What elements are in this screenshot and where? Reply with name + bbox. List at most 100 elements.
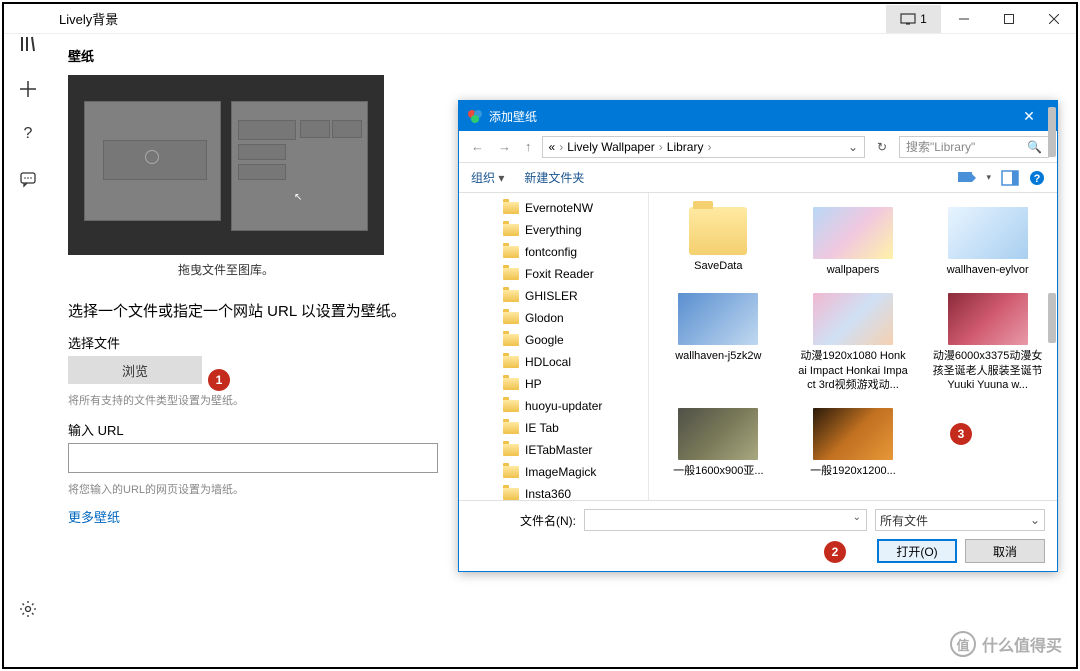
feedback-icon[interactable]	[18, 169, 38, 189]
app-titlebar: Lively背景 1	[4, 4, 1076, 34]
folder-icon	[503, 202, 519, 214]
tree-item[interactable]: Foxit Reader	[459, 263, 648, 285]
tree-item[interactable]: huoyu-updater	[459, 395, 648, 417]
tree-item[interactable]: IETabMaster	[459, 439, 648, 461]
annotation-3: 3	[950, 423, 972, 445]
view-mode-icon[interactable]	[958, 170, 976, 186]
file-name: SaveData	[694, 259, 742, 273]
file-name: wallhaven-j5zk2w	[675, 349, 761, 363]
file-name: 动漫1920x1080 Honkai Impact Honkai Impact …	[798, 349, 908, 392]
browse-button[interactable]: 浏览	[68, 356, 202, 384]
open-button[interactable]: 打开(O)	[877, 539, 957, 563]
minimize-button[interactable]	[941, 4, 986, 34]
annotation-1: 1	[208, 369, 230, 391]
file-item[interactable]: SaveData	[653, 203, 784, 281]
newfolder-button[interactable]: 新建文件夹	[524, 169, 584, 186]
file-item[interactable]: wallhaven-j5zk2w	[653, 289, 784, 396]
wallpaper-preview: ↖	[68, 75, 384, 255]
tree-item[interactable]: GHISLER	[459, 285, 648, 307]
breadcrumb[interactable]: «› Lively Wallpaper› Library› ⌄	[542, 136, 866, 158]
search-input[interactable]: 搜索"Library" 🔍	[899, 136, 1049, 158]
file-list[interactable]: SaveData wallpapers wallhaven-eylvor wallha…	[649, 193, 1057, 500]
tree-item[interactable]: Glodon	[459, 307, 648, 329]
file-item[interactable]: 一般1920x1200...	[788, 404, 919, 482]
tree-item[interactable]: Google	[459, 329, 648, 351]
tree-item[interactable]: HDLocal	[459, 351, 648, 373]
folder-icon	[503, 378, 519, 390]
folder-icon	[503, 400, 519, 412]
file-thumbnail	[813, 207, 893, 259]
tree-item[interactable]: HP	[459, 373, 648, 395]
file-filter-select[interactable]: 所有文件⌄	[875, 509, 1045, 531]
cancel-button[interactable]: 取消	[965, 539, 1045, 563]
file-name: 一般1920x1200...	[810, 464, 896, 478]
url-input[interactable]	[68, 443, 438, 473]
dialog-toolbar: 组织 ▾ 新建文件夹 ▾ ?	[459, 163, 1057, 193]
dialog-close-button[interactable]: ✕	[1009, 108, 1049, 125]
dialog-app-icon	[467, 108, 483, 124]
tree-item[interactable]: Everything	[459, 219, 648, 241]
help-icon[interactable]: ?	[18, 124, 38, 144]
dialog-titlebar: 添加壁纸 ✕	[459, 101, 1057, 131]
settings-icon[interactable]	[18, 599, 38, 619]
file-open-dialog: 添加壁纸 ✕ ← → ↑ «› Lively Wallpaper› Librar…	[458, 100, 1058, 572]
refresh-icon[interactable]: ↻	[871, 140, 893, 154]
file-item[interactable]: wallhaven-eylvor	[922, 203, 1053, 281]
file-item[interactable]: 一般1600x900亚...	[653, 404, 784, 482]
file-thumbnail	[678, 293, 758, 345]
tree-item[interactable]: ImageMagick	[459, 461, 648, 483]
more-wallpapers-link[interactable]: 更多壁纸	[68, 507, 120, 526]
dialog-title: 添加壁纸	[489, 108, 537, 125]
maximize-button[interactable]	[986, 4, 1031, 34]
preview-caption: 拖曳文件至图库。	[68, 261, 384, 278]
svg-text:?: ?	[1034, 173, 1041, 185]
search-icon: 🔍	[1027, 140, 1042, 154]
file-thumbnail	[948, 293, 1028, 345]
add-icon[interactable]	[18, 79, 38, 99]
filename-input[interactable]	[584, 509, 867, 531]
nav-forward-icon[interactable]: →	[494, 139, 515, 154]
tree-item[interactable]: EvernoteNW	[459, 197, 648, 219]
organize-menu[interactable]: 组织 ▾	[471, 169, 504, 186]
file-name: 一般1600x900亚...	[673, 464, 764, 478]
nav-back-icon[interactable]: ←	[467, 139, 488, 154]
file-item[interactable]: 动漫1920x1080 Honkai Impact Honkai Impact …	[788, 289, 919, 396]
folder-icon	[503, 290, 519, 302]
file-name: wallpapers	[827, 263, 880, 277]
monitor-selector[interactable]: 1	[886, 5, 941, 33]
folder-icon	[503, 466, 519, 478]
folder-icon	[503, 334, 519, 346]
library-icon[interactable]	[18, 34, 38, 54]
section-title: 壁纸	[68, 46, 1060, 65]
folder-icon	[503, 268, 519, 280]
file-thumbnail	[813, 408, 893, 460]
file-thumbnail	[689, 207, 747, 255]
folder-icon	[503, 246, 519, 258]
app-sidebar: ?	[4, 34, 52, 634]
monitor-icon	[900, 13, 916, 25]
folder-icon	[503, 356, 519, 368]
files-scrollbar[interactable]	[1048, 293, 1056, 343]
file-name: 动漫6000x3375动漫女孩圣诞老人服装圣诞节 Yuuki Yuuna w..…	[933, 349, 1043, 392]
filename-label: 文件名(N):	[471, 512, 576, 529]
dialog-navbar: ← → ↑ «› Lively Wallpaper› Library› ⌄ ↻ …	[459, 131, 1057, 163]
file-item[interactable]: 动漫6000x3375动漫女孩圣诞老人服装圣诞节 Yuuki Yuuna w..…	[922, 289, 1053, 396]
file-item[interactable]: wallpapers	[788, 203, 919, 281]
tree-item[interactable]: fontconfig	[459, 241, 648, 263]
file-thumbnail	[813, 293, 893, 345]
folder-tree[interactable]: EvernoteNWEverythingfontconfigFoxit Read…	[459, 193, 649, 500]
folder-icon	[503, 488, 519, 500]
help-icon[interactable]: ?	[1029, 170, 1045, 186]
watermark: 值 什么值得买	[950, 631, 1062, 657]
tree-item[interactable]: Insta360	[459, 483, 648, 500]
nav-up-icon[interactable]: ↑	[521, 139, 536, 154]
preview-pane-icon[interactable]	[1001, 170, 1019, 186]
folder-icon	[503, 312, 519, 324]
folder-icon	[503, 444, 519, 456]
folder-icon	[503, 224, 519, 236]
annotation-2: 2	[824, 541, 846, 563]
tree-item[interactable]: IE Tab	[459, 417, 648, 439]
file-name: wallhaven-eylvor	[947, 263, 1029, 277]
close-button[interactable]	[1031, 4, 1076, 34]
file-thumbnail	[948, 207, 1028, 259]
